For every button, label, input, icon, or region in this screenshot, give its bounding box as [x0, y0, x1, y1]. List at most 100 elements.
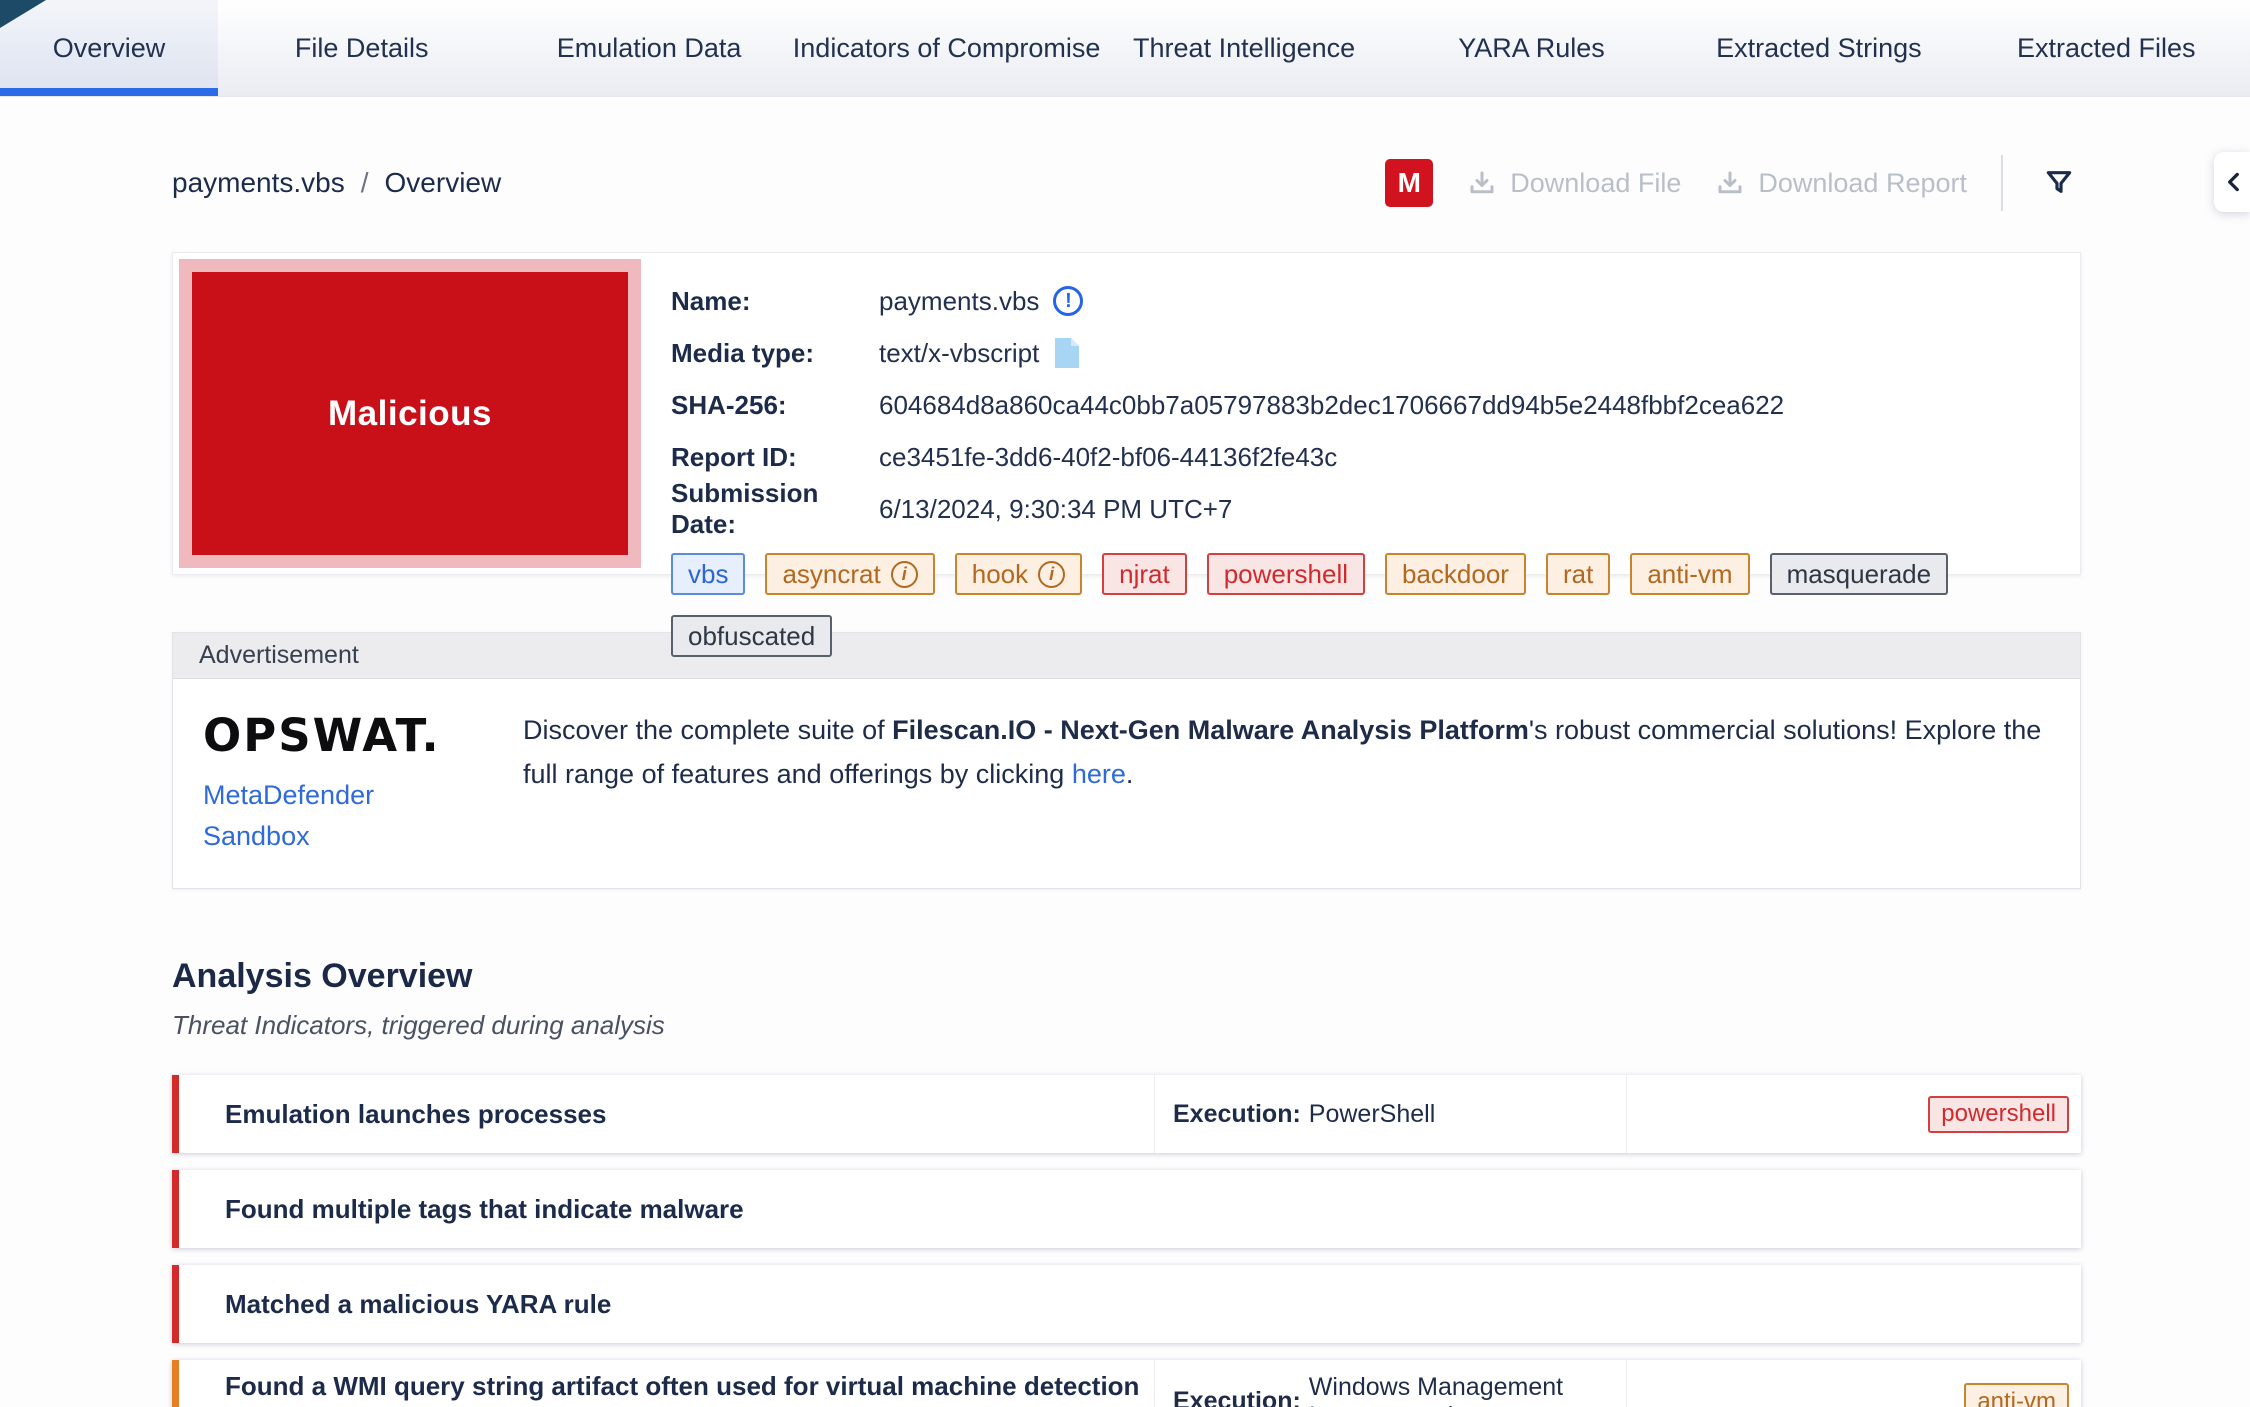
field-label: Name:	[671, 285, 751, 316]
tag-masquerade[interactable]: masquerade	[1769, 553, 1949, 595]
field-name: Name: payments.vbs !	[671, 281, 2074, 321]
info-circle-icon: i	[1038, 560, 1066, 588]
tag-rat[interactable]: rat	[1545, 553, 1611, 595]
indicator-row[interactable]: Found a WMI query string artifact often …	[172, 1360, 2081, 1407]
detail-value: PowerShell	[1308, 1099, 1436, 1128]
advertisement: Advertisement OPSWAT. MetaDefender Sandb…	[172, 632, 2081, 889]
indicator-tag-column: anti-vm	[1626, 1360, 2081, 1407]
divider	[2001, 155, 2003, 211]
tab-indicators-of-compromise[interactable]: Indicators of Compromise	[793, 0, 1101, 96]
field-label: Report ID:	[671, 441, 797, 472]
field-label: Media type:	[671, 337, 815, 368]
tab-emulation-data[interactable]: Emulation Data	[505, 0, 792, 96]
field-value: 604684d8a860ca44c0bb7a05797883b2dec17066…	[879, 389, 1785, 420]
tag-label: anti-vm	[1647, 558, 1733, 589]
tag-vbs[interactable]: vbs	[671, 553, 746, 595]
detail-label: Execution:	[1173, 1387, 1301, 1407]
sandbox-link[interactable]: Sandbox	[203, 821, 475, 852]
tag-label: rat	[1562, 558, 1594, 589]
field-report-id: Report ID: ce3451fe-3dd6-40f2-bf06-44136…	[671, 437, 2074, 477]
tab-threat-intelligence[interactable]: Threat Intelligence	[1100, 0, 1387, 96]
breadcrumb: payments.vbs / Overview	[172, 167, 501, 199]
verdict-box: Malicious	[192, 272, 628, 555]
tag-anti-vm[interactable]: anti-vm	[1630, 553, 1750, 595]
field-media-type: Media type: text/x-vbscript	[671, 333, 2074, 373]
indicator-title: Found multiple tags that indicate malwar…	[225, 1193, 744, 1224]
opswat-logo: OPSWAT.	[203, 709, 441, 762]
field-value: 6/13/2024, 9:30:34 PM UTC+7	[879, 493, 1233, 524]
page-header: payments.vbs / Overview M Download File …	[172, 155, 2081, 211]
tab-file-details[interactable]: File Details	[218, 0, 505, 96]
indicator-detail: Execution: Windows Management Instrumenta…	[1154, 1360, 1626, 1407]
tab-extracted-files[interactable]: Extracted Files	[1963, 0, 2250, 96]
here-link[interactable]: here	[1072, 759, 1126, 789]
indicator-row[interactable]: Found multiple tags that indicate malwar…	[172, 1170, 2081, 1248]
indicator-detail: Execution: PowerShell	[1154, 1075, 1626, 1153]
tag-asyncrat[interactable]: asyncrat i	[765, 553, 935, 595]
tag-label: powershell	[1941, 1100, 2056, 1127]
tag-label: obfuscated	[688, 620, 816, 651]
chevron-left-icon	[2228, 172, 2239, 192]
file-details: Name: payments.vbs ! Media type: text/x-…	[641, 259, 2074, 657]
tag-njrat[interactable]: njrat	[1102, 553, 1187, 595]
verdict-label: Malicious	[328, 393, 492, 433]
tag-powershell[interactable]: powershell	[1206, 553, 1365, 595]
main-content: payments.vbs / Overview M Download File …	[172, 155, 2081, 1407]
file-summary-card: Malicious Name: payments.vbs ! Media typ…	[172, 252, 2081, 657]
verdict-badge: M	[1385, 159, 1434, 207]
download-file-button[interactable]: Download File	[1467, 168, 1681, 199]
tab-bar: Overview File Details Emulation Data Indica…	[0, 0, 2250, 97]
advertisement-brand: OPSWAT. MetaDefender Sandbox	[203, 709, 475, 852]
panel-collapse-toggle[interactable]	[2214, 152, 2250, 212]
tag-label: njrat	[1119, 558, 1170, 589]
download-report-label: Download Report	[1758, 167, 1967, 198]
field-label: SHA-256:	[671, 389, 787, 420]
tab-extracted-strings[interactable]: Extracted Strings	[1675, 0, 1962, 96]
tag-powershell[interactable]: powershell	[1928, 1095, 2069, 1133]
download-icon	[1470, 171, 1494, 194]
indicator-tag-column: powershell	[1626, 1075, 2081, 1153]
indicator-title: Matched a malicious YARA rule	[225, 1288, 612, 1319]
field-value: ce3451fe-3dd6-40f2-bf06-44136f2fe43c	[879, 441, 1338, 472]
advertisement-text: Discover the complete suite of Filescan.…	[523, 715, 2042, 789]
tag-label: powershell	[1223, 558, 1348, 589]
indicator-title: Emulation launches processes	[225, 1098, 607, 1129]
metadefender-link[interactable]: MetaDefender	[203, 780, 475, 811]
tag-hook[interactable]: hook i	[954, 553, 1083, 595]
page-title: Analysis Overview	[172, 957, 473, 995]
header-actions: M Download File Download Report	[1385, 155, 2081, 211]
file-icon	[1055, 338, 1080, 368]
tag-backdoor[interactable]: backdoor	[1385, 553, 1526, 595]
tag-obfuscated[interactable]: obfuscated	[671, 615, 833, 657]
tab-yara-rules[interactable]: YARA Rules	[1388, 0, 1675, 96]
breadcrumb-file[interactable]: payments.vbs	[172, 167, 345, 199]
tag-anti-vm[interactable]: anti-vm	[1964, 1383, 2069, 1407]
indicator-row[interactable]: Emulation launches processes Execution: Po…	[172, 1075, 2081, 1153]
tag-label: vbs	[688, 558, 729, 589]
info-circle-icon: i	[890, 560, 918, 588]
indicator-list: Emulation launches processes Execution: Po…	[172, 1075, 2081, 1407]
detail-label: Execution:	[1173, 1099, 1301, 1128]
indicator-row[interactable]: Matched a malicious YARA rule	[172, 1265, 2081, 1343]
breadcrumb-separator: /	[360, 167, 369, 198]
alert-circle-icon[interactable]: !	[1053, 286, 1084, 316]
tag-label: anti-vm	[1977, 1387, 2056, 1407]
tag-label: backdoor	[1402, 558, 1509, 589]
advertisement-body: OPSWAT. MetaDefender Sandbox Discover th…	[173, 679, 2080, 888]
file-tags: vbs asyncrat i hook i njrat powershell backdoor…	[671, 553, 2074, 657]
tag-label: asyncrat	[782, 558, 881, 589]
filter-button[interactable]	[2037, 166, 2081, 201]
detail-value: Windows Management Instrumentati...	[1308, 1372, 1564, 1407]
field-submission-date: Submission Date: 6/13/2024, 9:30:34 PM U…	[671, 478, 2074, 539]
download-icon	[1718, 171, 1742, 194]
tag-label: masquerade	[1786, 558, 1932, 589]
download-report-button[interactable]: Download Report	[1715, 168, 1967, 199]
field-sha256: SHA-256: 604684d8a860ca44c0bb7a05797883b…	[671, 385, 2074, 425]
tag-label: hook	[971, 558, 1029, 589]
download-file-label: Download File	[1510, 167, 1682, 198]
field-label: Submission Date:	[671, 478, 819, 539]
field-value: payments.vbs !	[879, 286, 1084, 317]
corner-decoration	[0, 0, 46, 28]
verdict-banner: Malicious	[179, 259, 641, 568]
field-value: text/x-vbscript	[879, 336, 1081, 370]
